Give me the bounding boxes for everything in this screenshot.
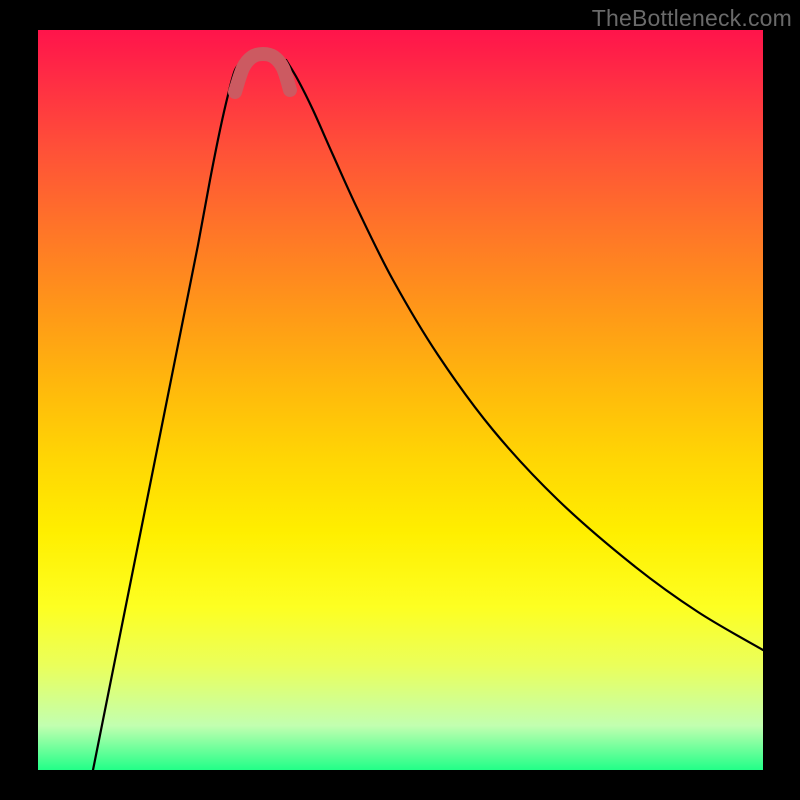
right-curve xyxy=(286,60,763,650)
watermark-text: TheBottleneck.com xyxy=(592,5,792,32)
left-curve xyxy=(93,60,243,770)
chart-svg xyxy=(38,30,763,770)
plot-area xyxy=(38,30,763,770)
optimal-highlight xyxy=(235,54,290,92)
chart-frame: TheBottleneck.com xyxy=(0,0,800,800)
